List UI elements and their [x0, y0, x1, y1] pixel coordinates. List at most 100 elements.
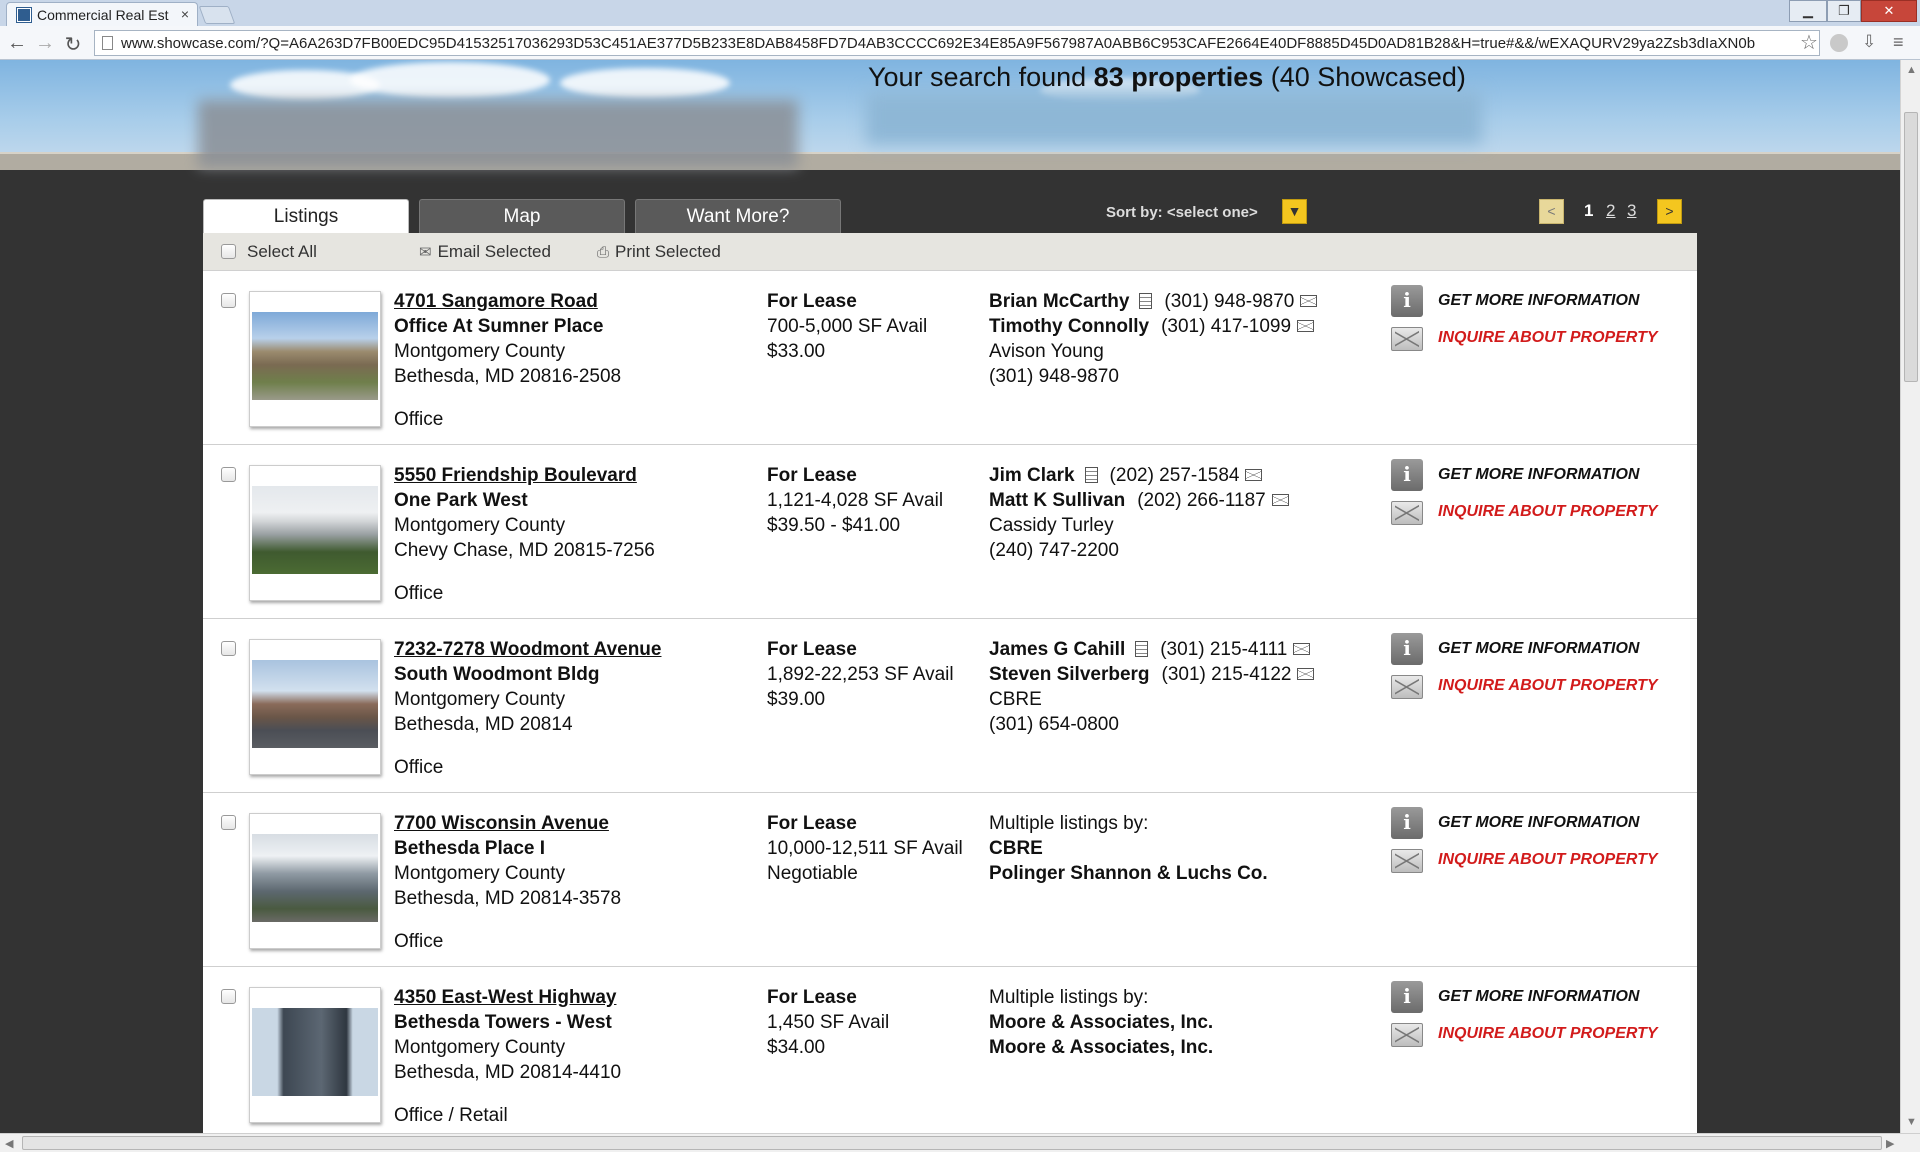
tab-listings[interactable]: Listings [203, 199, 409, 233]
next-page-button[interactable]: > [1657, 199, 1682, 224]
inquire-envelope-icon[interactable] [1391, 501, 1423, 525]
bookmark-star-icon[interactable]: ☆ [1800, 30, 1818, 55]
close-tab-icon[interactable]: × [181, 6, 189, 22]
listing-checkbox[interactable] [221, 815, 236, 830]
sort-by-select[interactable]: Sort by: <select one> [1106, 204, 1258, 221]
email-contact-icon[interactable] [1300, 295, 1318, 307]
get-more-information-link[interactable]: GET MORE INFORMATION [1438, 466, 1639, 484]
building-name: One Park West [394, 490, 528, 511]
inquire-about-property-link[interactable]: INQUIRE ABOUT PROPERTY [1438, 503, 1658, 521]
email-contact-icon[interactable] [1271, 494, 1289, 506]
property-thumbnail[interactable] [249, 987, 381, 1123]
page-2[interactable]: 2 [1606, 201, 1615, 221]
inquire-about-property-link[interactable]: INQUIRE ABOUT PROPERTY [1438, 677, 1658, 695]
tab-want-more[interactable]: Want More? [635, 199, 841, 233]
inquire-envelope-icon[interactable] [1391, 849, 1423, 873]
vcard-icon[interactable] [1084, 467, 1098, 483]
address-bar[interactable]: www.showcase.com/?Q=A6A263D7FB00EDC95D41… [94, 30, 1820, 56]
contact-name[interactable]: Matt K Sullivan [989, 490, 1125, 511]
reload-button[interactable]: ↻ [62, 32, 84, 57]
tab-map[interactable]: Map [419, 199, 625, 233]
email-contact-icon[interactable] [1293, 643, 1311, 655]
scroll-left-icon[interactable]: ◀ [5, 1137, 13, 1150]
inquire-about-property-link[interactable]: INQUIRE ABOUT PROPERTY [1438, 329, 1658, 347]
vcard-icon[interactable] [1135, 641, 1149, 657]
contact-name[interactable]: Brian McCarthy [989, 291, 1129, 312]
scroll-up-icon[interactable]: ▲ [1906, 64, 1917, 76]
inquire-envelope-icon[interactable] [1391, 327, 1423, 351]
inquire-about-property-link[interactable]: INQUIRE ABOUT PROPERTY [1438, 851, 1658, 869]
contact-name[interactable]: Steven Silverberg [989, 664, 1150, 685]
email-contact-icon[interactable] [1297, 320, 1315, 332]
property-address-link[interactable]: 4350 East-West Highway [394, 985, 621, 1010]
info-icon[interactable]: i [1391, 459, 1423, 491]
get-more-information-link[interactable]: GET MORE INFORMATION [1438, 814, 1639, 832]
listing-checkbox[interactable] [221, 467, 236, 482]
property-address-link[interactable]: 4701 Sangamore Road [394, 289, 621, 314]
email-contact-icon[interactable] [1245, 469, 1263, 481]
download-icon[interactable]: ⇩ [1862, 32, 1876, 52]
firm-phone: (301) 654-0800 [989, 714, 1119, 735]
email-contact-icon[interactable] [1297, 668, 1315, 680]
get-more-information-link[interactable]: GET MORE INFORMATION [1438, 640, 1639, 658]
county: Montgomery County [394, 689, 566, 710]
forward-button[interactable]: → [34, 32, 56, 55]
print-selected-button[interactable]: ⎙ Print Selected [597, 242, 721, 262]
inquire-about-property-link[interactable]: INQUIRE ABOUT PROPERTY [1438, 1025, 1658, 1043]
extension-icon[interactable] [1830, 34, 1848, 52]
lease-type: For Lease [767, 291, 857, 312]
property-thumbnail[interactable] [249, 639, 381, 775]
back-button[interactable]: ← [6, 32, 28, 55]
new-tab-button[interactable] [198, 6, 236, 24]
vcard-icon[interactable] [1139, 293, 1153, 309]
sort-dropdown-arrow-icon[interactable]: ▼ [1282, 199, 1307, 224]
listing-row: 7700 Wisconsin Avenue Bethesda Place I M… [203, 793, 1697, 967]
scroll-down-icon[interactable]: ▼ [1906, 1116, 1917, 1128]
property-address-link[interactable]: 5550 Friendship Boulevard [394, 463, 655, 488]
site-logo[interactable] [198, 100, 798, 168]
get-more-information-link[interactable]: GET MORE INFORMATION [1438, 292, 1639, 310]
inquire-envelope-icon[interactable] [1391, 675, 1423, 699]
vertical-scroll-thumb[interactable] [1904, 112, 1918, 382]
select-all-label[interactable]: Select All [247, 242, 317, 262]
property-thumbnail[interactable] [249, 291, 381, 427]
minimize-button[interactable]: ▁ [1789, 0, 1827, 22]
lease-info: For Lease 10,000-12,511 SF Avail Negotia… [767, 811, 963, 886]
page-3[interactable]: 3 [1627, 201, 1636, 221]
property-address-link[interactable]: 7232-7278 Woodmont Avenue [394, 637, 661, 662]
horizontal-scroll-thumb[interactable] [22, 1136, 1882, 1150]
listing-checkbox[interactable] [221, 641, 236, 656]
listing-firm[interactable]: Moore & Associates, Inc. [989, 1010, 1213, 1035]
contact-name[interactable]: James G Cahill [989, 639, 1125, 660]
listing-checkbox[interactable] [221, 293, 236, 308]
inquire-envelope-icon[interactable] [1391, 1023, 1423, 1047]
city-state-zip: Bethesda, MD 20814 [394, 714, 573, 735]
print-selected-label: Print Selected [615, 242, 721, 261]
browser-tab[interactable]: Commercial Real Est × [6, 2, 198, 26]
listing-firm[interactable]: Polinger Shannon & Luchs Co. [989, 861, 1268, 886]
listing-firm[interactable]: Moore & Associates, Inc. [989, 1035, 1213, 1060]
menu-icon[interactable]: ≡ [1893, 32, 1904, 53]
info-icon[interactable]: i [1391, 981, 1423, 1013]
info-icon[interactable]: i [1391, 807, 1423, 839]
maximize-button[interactable]: ❐ [1827, 0, 1861, 22]
property-photo [252, 660, 378, 748]
prev-page-button[interactable]: < [1539, 199, 1564, 224]
scroll-right-icon[interactable]: ▶ [1886, 1137, 1894, 1150]
window-close-button[interactable]: ✕ [1861, 0, 1917, 22]
property-thumbnail[interactable] [249, 465, 381, 601]
horizontal-scrollbar[interactable]: ◀ ▶ [0, 1133, 1920, 1152]
listing-firm[interactable]: CBRE [989, 836, 1268, 861]
property-address-link[interactable]: 7700 Wisconsin Avenue [394, 811, 621, 836]
info-icon[interactable]: i [1391, 633, 1423, 665]
email-selected-button[interactable]: ✉ Email Selected [419, 242, 551, 262]
property-thumbnail[interactable] [249, 813, 381, 949]
vertical-scrollbar[interactable]: ▲ ▼ [1900, 60, 1920, 1133]
get-more-information-link[interactable]: GET MORE INFORMATION [1438, 988, 1639, 1006]
listing-checkbox[interactable] [221, 989, 236, 1004]
contact-name[interactable]: Timothy Connolly [989, 316, 1149, 337]
info-icon[interactable]: i [1391, 285, 1423, 317]
select-all-checkbox[interactable] [221, 244, 236, 259]
contact-name[interactable]: Jim Clark [989, 465, 1075, 486]
page-1[interactable]: 1 [1584, 201, 1593, 221]
